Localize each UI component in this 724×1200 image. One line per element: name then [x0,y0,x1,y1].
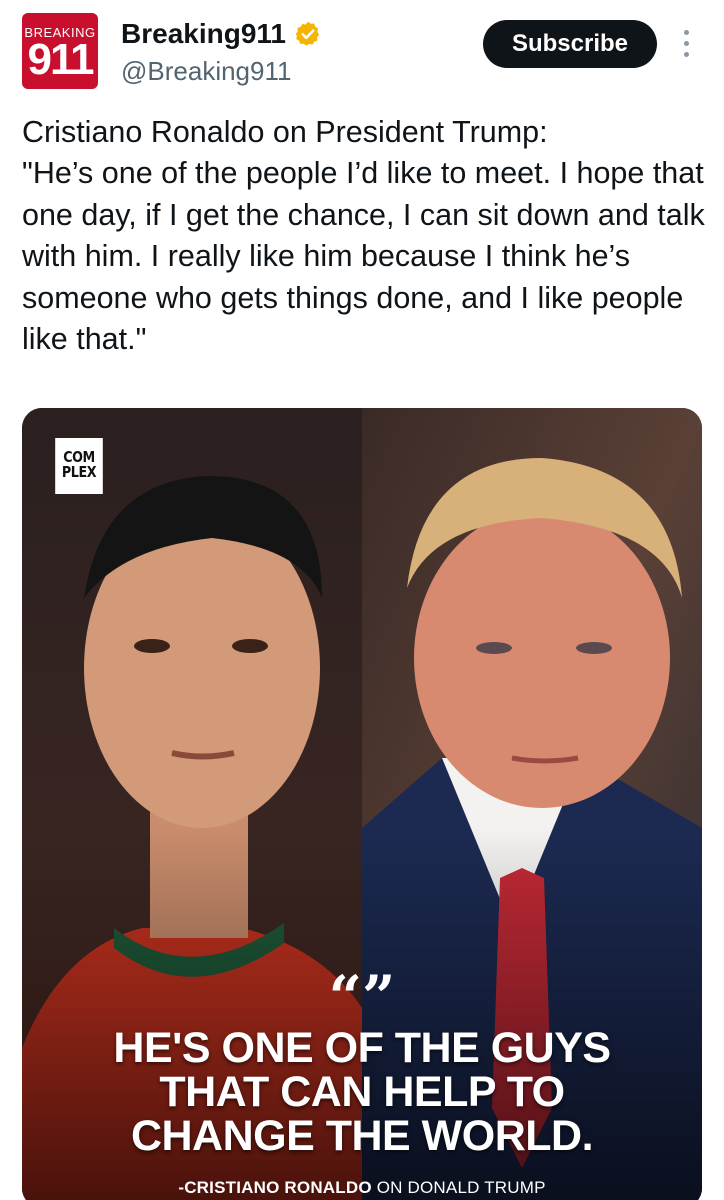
complex-logo: COM PLEX [55,438,103,494]
attribution-rest: ON DONALD TRUMP [371,1178,546,1197]
attribution-name: -CRISTIANO RONALDO [178,1178,372,1197]
subscribe-button[interactable]: Subscribe [483,20,657,68]
quote-mark-icon: “” [328,963,396,1031]
handle[interactable]: @Breaking911 [121,56,291,87]
author-name-row[interactable]: Breaking911 [121,18,322,50]
tweet-media-image[interactable]: COM PLEX “” HE'S ONE OF THE GUYS THAT CA… [22,408,702,1200]
more-options-icon[interactable] [676,30,696,62]
tweet-text: Cristiano Ronaldo on President Trump: "H… [22,115,705,357]
avatar-label-main: 911 [27,35,95,84]
tweet: BREAKING 911 Breaking911 @Breaking911 Su… [0,0,724,1200]
avatar[interactable]: BREAKING 911 [22,13,98,89]
verified-badge-icon [295,21,320,46]
display-name[interactable]: Breaking911 [121,18,286,50]
media-attribution: -CRISTIANO RONALDO ON DONALD TRUMP [22,1178,702,1198]
media-headline: HE'S ONE OF THE GUYS THAT CAN HELP TO CH… [113,1024,611,1160]
